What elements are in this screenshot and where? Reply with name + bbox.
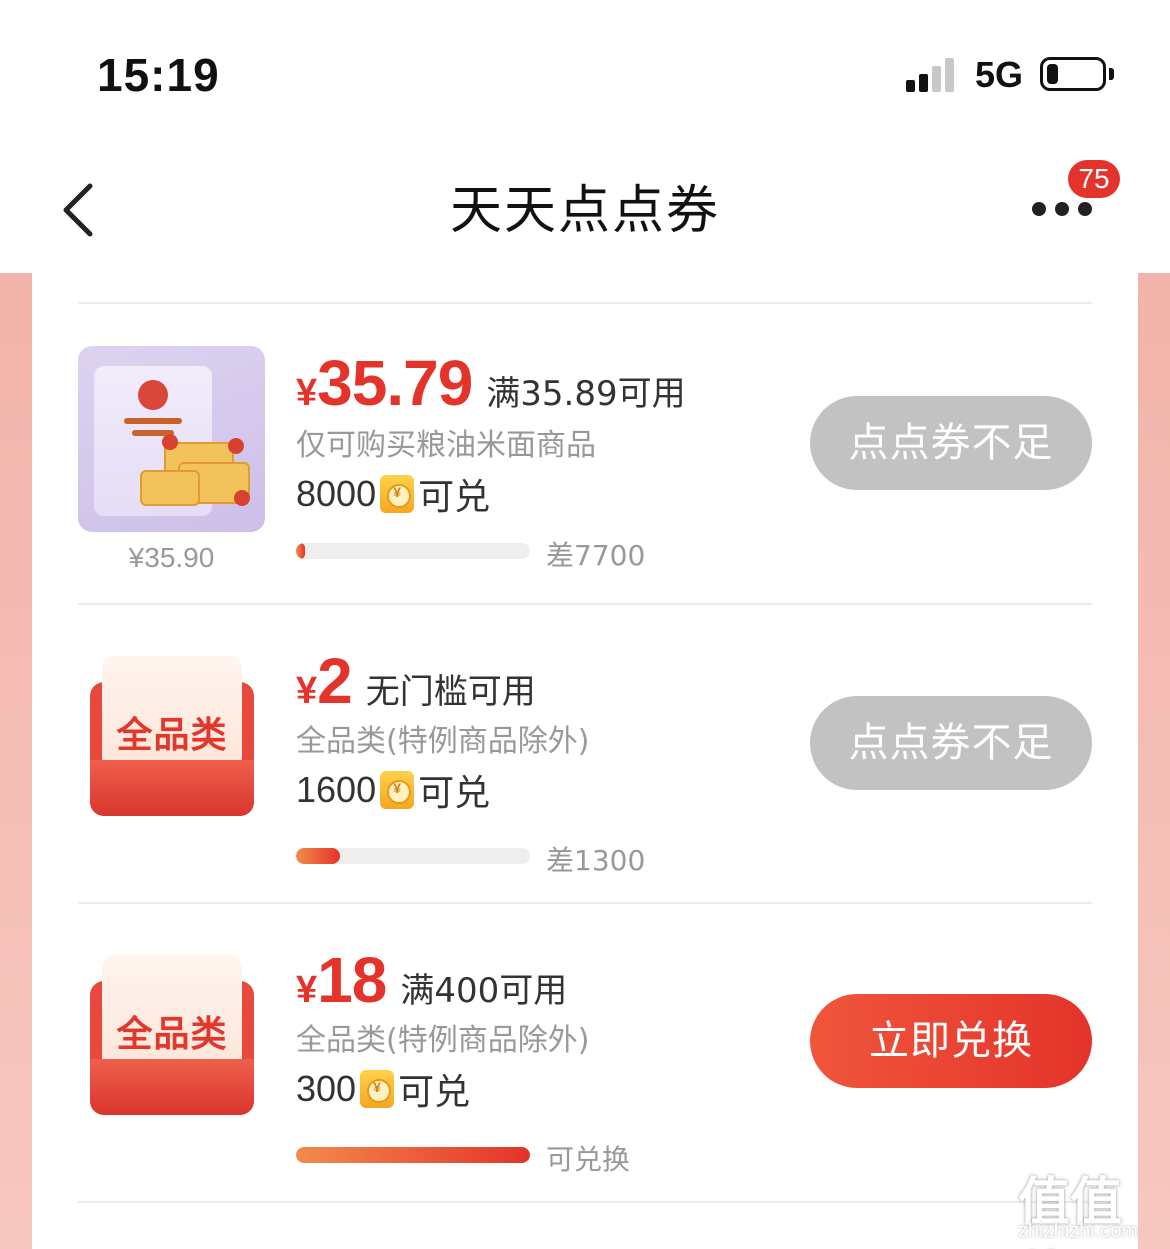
- progress-status-text: 可兑换: [546, 1143, 631, 1176]
- list-divider: [78, 1201, 1092, 1203]
- currency-symbol: ¥: [296, 969, 318, 1011]
- cost-points: 1600: [296, 769, 377, 810]
- coupon-item-2yuan: 全品类 ¥2 无门槛可用 全品类(特例商品除外) 1600 ¥ 可兑 差1300 点点…: [0, 645, 1170, 956]
- currency-symbol: ¥: [296, 372, 318, 414]
- coupon-scope: 全品类(特例商品除外): [296, 724, 590, 759]
- progress-fill: [296, 848, 341, 864]
- category-coupon-image: 全品类: [90, 656, 254, 816]
- page-title: 天天点点券: [449, 181, 720, 241]
- redeem-now-button[interactable]: 立即兑换: [810, 994, 1092, 1088]
- battery-icon: [1040, 57, 1106, 91]
- cost-points: 8000: [296, 473, 377, 514]
- exchange-cost: 8000 ¥ 可兑: [296, 468, 490, 518]
- list-divider: [78, 302, 1092, 304]
- navigation-bar: 天天点点券: [0, 140, 1170, 273]
- exchange-progress-bar: [296, 543, 530, 559]
- notification-badge: 75: [1068, 160, 1120, 198]
- site-watermark: 值值值 zhizhizhi.com: [1018, 1160, 1166, 1249]
- coupon-condition: 无门槛可用: [365, 672, 536, 712]
- coupon-amount: 18: [317, 944, 387, 1016]
- exchange-progress-bar: [296, 1147, 530, 1163]
- exchange-cost: 300 ¥ 可兑: [296, 1063, 470, 1113]
- watermark-url: zhizhizhi.com: [1018, 1220, 1139, 1242]
- exchange-progress-bar: [296, 848, 530, 864]
- exchange-cost: 1600 ¥ 可兑: [296, 764, 490, 814]
- battery-level-fill: [1047, 64, 1058, 84]
- coupon-value: ¥18 满400可用: [296, 943, 567, 1023]
- coupon-condition: 满400可用: [400, 971, 568, 1011]
- currency-symbol: ¥: [296, 670, 318, 712]
- category-coupon-image: 全品类: [90, 955, 254, 1115]
- list-divider: [78, 902, 1092, 904]
- insufficient-points-button[interactable]: 点点券不足: [810, 696, 1092, 790]
- product-image-waffle: [78, 346, 265, 532]
- cost-points: 300: [296, 1068, 357, 1109]
- progress-remaining-text: 差1300: [546, 844, 646, 877]
- cost-suffix: 可兑: [418, 477, 491, 518]
- cost-suffix: 可兑: [398, 1072, 471, 1113]
- coupon-item-18yuan: 全品类 ¥18 满400可用 全品类(特例商品除外) 300 ¥ 可兑 可兑换 立即兑…: [0, 944, 1170, 1249]
- coupon-coin-icon: ¥: [360, 1070, 395, 1108]
- coupon-coin-icon: ¥: [380, 771, 415, 809]
- coupon-value: ¥2 无门槛可用: [296, 644, 536, 724]
- network-type-label: 5G: [975, 54, 1024, 95]
- coupon-value: ¥35.79 满35.89可用: [296, 346, 686, 426]
- status-time: 15:19: [97, 49, 220, 101]
- progress-fill: [296, 1147, 530, 1163]
- category-label: 全品类: [116, 715, 228, 756]
- progress-fill: [296, 543, 306, 559]
- list-divider: [78, 603, 1092, 605]
- signal-strength-icon: [906, 58, 960, 92]
- insufficient-points-button[interactable]: 点点券不足: [810, 396, 1092, 490]
- battery-cap: [1109, 68, 1114, 80]
- coupon-scope: 仅可购买粮油米面商品: [296, 428, 596, 463]
- coupon-item-grain: ¥35.90 ¥35.79 满35.89可用 仅可购买粮油米面商品 8000 ¥ 可兑…: [0, 346, 1170, 646]
- status-bar: 15:19 5G: [0, 0, 1170, 140]
- progress-remaining-text: 差7700: [546, 539, 646, 572]
- original-price: ¥35.90: [128, 542, 215, 573]
- cost-suffix: 可兑: [418, 773, 491, 814]
- coupon-condition: 满35.89可用: [486, 374, 686, 414]
- coupon-coin-icon: ¥: [380, 475, 415, 513]
- coupon-scope: 全品类(特例商品除外): [296, 1023, 590, 1058]
- coupon-amount: 2: [317, 645, 353, 717]
- category-label: 全品类: [116, 1014, 228, 1055]
- coupon-amount: 35.79: [317, 347, 473, 419]
